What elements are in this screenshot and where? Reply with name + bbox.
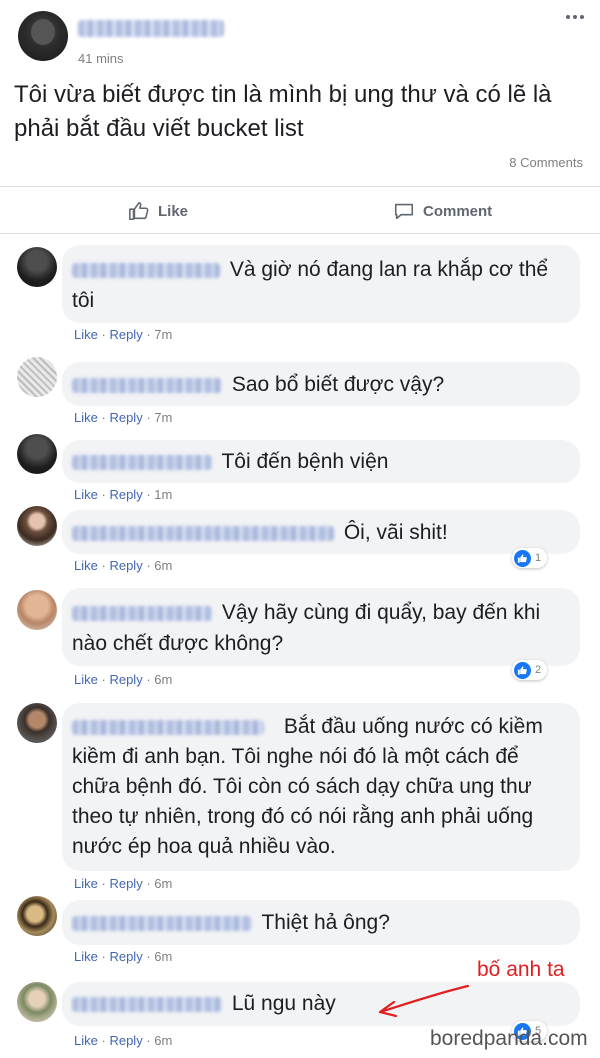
comment-time[interactable]: 6m: [154, 876, 172, 891]
commenter-name-blurred[interactable]: [72, 996, 222, 1012]
comment-reply-link[interactable]: Reply: [109, 672, 142, 687]
comment-time[interactable]: 7m: [154, 327, 172, 342]
comment-like-link[interactable]: Like: [74, 1033, 98, 1048]
comment-reply-link[interactable]: Reply: [109, 876, 142, 891]
red-arrow-icon: [378, 984, 470, 1018]
commenter-name-blurred[interactable]: [72, 454, 212, 470]
divider: [0, 186, 600, 187]
comment-text: Tôi đến bệnh viện: [221, 450, 389, 473]
red-annotation-text: bố anh ta: [477, 958, 565, 981]
comment-time[interactable]: 6m: [154, 949, 172, 964]
commenter-name-blurred[interactable]: [72, 605, 212, 621]
comment-text: Thiệt hả ông?: [261, 911, 390, 934]
comment-reply-link[interactable]: Reply: [109, 1033, 142, 1048]
comment-button[interactable]: Comment: [393, 199, 492, 223]
comment-bubble: Vậy hãy cùng đi quẩy, bay đến khi nào ch…: [62, 588, 580, 666]
comment-time[interactable]: 6m: [154, 672, 172, 687]
comment-reply-link[interactable]: Reply: [109, 327, 142, 342]
comment-bubble: Và giờ nó đang lan ra khắp cơ thể tôi: [62, 245, 580, 323]
post-text: Tôi vừa biết được tin là mình bị ung thư…: [14, 81, 552, 142]
commenter-name-blurred[interactable]: [72, 719, 264, 735]
commenter-avatar[interactable]: [17, 357, 57, 397]
like-button[interactable]: Like: [128, 199, 188, 223]
comment-time[interactable]: 1m: [154, 487, 172, 502]
comment-time[interactable]: 6m: [154, 558, 172, 573]
comment-text: Lũ ngu này: [231, 992, 336, 1015]
commenter-name-blurred[interactable]: [72, 525, 334, 541]
comment-like-link[interactable]: Like: [74, 949, 98, 964]
post-timestamp[interactable]: 41 mins: [78, 51, 124, 66]
commenter-avatar[interactable]: [17, 247, 57, 287]
commenter-avatar[interactable]: [17, 590, 57, 630]
comment-like-link[interactable]: Like: [74, 487, 98, 502]
commenter-name-blurred[interactable]: [72, 915, 252, 931]
comment-actions: Like · Reply · 6m: [74, 949, 173, 964]
thumbs-up-icon: [129, 201, 149, 221]
comment-bubble: Bắt đầu uống nước có kiềm kiềm đi anh bạ…: [62, 703, 580, 871]
commenter-name-blurred[interactable]: [72, 262, 220, 278]
comment-reply-link[interactable]: Reply: [109, 410, 142, 425]
comments-count[interactable]: 8 Comments: [509, 155, 583, 170]
like-reaction-icon: [514, 549, 531, 567]
comment-text: Bắt đầu uống nước có kiềm kiềm đi anh bạ…: [72, 715, 543, 858]
comment-bubble: Ôi, vãi shit!: [62, 510, 580, 554]
comment-like-link[interactable]: Like: [74, 876, 98, 891]
reaction-count[interactable]: 1: [512, 548, 548, 568]
commenter-avatar[interactable]: [17, 703, 57, 743]
commenter-avatar[interactable]: [17, 434, 57, 474]
comment-reply-link[interactable]: Reply: [109, 487, 142, 502]
speech-bubble-icon: [394, 203, 414, 220]
comment-time[interactable]: 6m: [154, 1033, 172, 1048]
like-reaction-icon: [514, 661, 531, 679]
comment-like-link[interactable]: Like: [74, 410, 98, 425]
commenter-avatar[interactable]: [17, 506, 57, 546]
comment-like-link[interactable]: Like: [74, 672, 98, 687]
comment-time[interactable]: 7m: [154, 410, 172, 425]
comment-actions: Like · Reply · 6m: [74, 672, 173, 687]
comment-text: Sao bổ biết được vậy?: [231, 373, 445, 396]
comment-bubble: Thiệt hả ông?: [62, 900, 580, 945]
commenter-avatar[interactable]: [17, 896, 57, 936]
watermark: boredpanda.com: [430, 1027, 588, 1050]
comment-text: Ôi, vãi shit!: [343, 521, 448, 544]
reaction-count[interactable]: 2: [512, 660, 548, 680]
comment-reply-link[interactable]: Reply: [109, 949, 142, 964]
comment-bubble: Sao bổ biết được vậy?: [62, 362, 580, 406]
commenter-avatar[interactable]: [17, 982, 57, 1022]
comment-label: Comment: [423, 202, 493, 220]
comment-bubble: Tôi đến bệnh viện: [62, 440, 580, 483]
comment-actions: Like · Reply · 7m: [74, 410, 173, 425]
comment-actions: Like · Reply · 1m: [74, 487, 173, 502]
post-author-avatar[interactable]: [18, 11, 68, 61]
commenter-name-blurred[interactable]: [72, 377, 222, 393]
post-author-name-blurred[interactable]: [78, 20, 224, 37]
comment-like-link[interactable]: Like: [74, 558, 98, 573]
comment-actions: Like · Reply · 6m: [74, 876, 173, 891]
like-label: Like: [158, 202, 189, 220]
comment-reply-link[interactable]: Reply: [109, 558, 142, 573]
comment-like-link[interactable]: Like: [74, 327, 98, 342]
comment-actions: Like · Reply · 6m: [74, 1033, 173, 1048]
comment-bubble: Lũ ngu này: [62, 982, 580, 1026]
comment-actions: Like · Reply · 6m: [74, 558, 173, 573]
more-options-icon[interactable]: [566, 15, 586, 21]
comment-actions: Like · Reply · 7m: [74, 327, 173, 342]
post-card: 41 mins Tôi vừa biết được tin là mình bị…: [0, 0, 600, 234]
